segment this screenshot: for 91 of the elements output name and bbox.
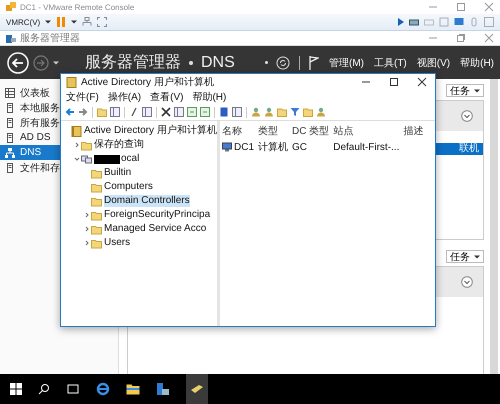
tree-item[interactable]: Active Directory 用户和计算机 <box>61 124 217 138</box>
column-header[interactable]: 类型 <box>256 123 290 139</box>
folder-icon <box>91 168 102 178</box>
chevron-down-icon[interactable] <box>74 156 80 162</box>
column-header[interactable]: DC 类型 <box>290 123 332 139</box>
folder-icon <box>81 140 92 150</box>
column-header[interactable]: 描述 <box>401 123 426 139</box>
computers-icon <box>81 154 92 164</box>
collapse-icon[interactable] <box>461 110 473 122</box>
server-icon <box>5 102 15 112</box>
table-cell-text: 计算机 <box>257 140 290 155</box>
chevron-right-icon[interactable] <box>84 212 90 218</box>
server-manager-icon[interactable] <box>156 382 170 396</box>
arrow-right-icon[interactable] <box>398 18 404 26</box>
separator-dot <box>264 61 268 64</box>
page-title: DNS <box>201 54 235 72</box>
pen-icon[interactable] <box>129 107 139 117</box>
folder-icon <box>91 182 102 192</box>
network-icon <box>5 148 15 158</box>
tree-item[interactable]: Builtin <box>61 166 217 180</box>
restore-icon[interactable] <box>456 33 466 43</box>
book-icon <box>71 126 82 136</box>
menu-item[interactable]: 查看(V) <box>150 90 184 104</box>
taskbar-app-button[interactable] <box>186 374 208 404</box>
table-cell-text: Default-First-... <box>332 140 400 154</box>
collapse-icon[interactable] <box>461 276 473 288</box>
window-title: Active Directory 用户和计算机 <box>81 76 214 89</box>
tree-item[interactable]: Managed Service Acco <box>61 222 217 236</box>
drive-icon[interactable] <box>409 17 419 27</box>
menu-item[interactable]: 帮助(H) <box>460 56 494 70</box>
book-icon <box>66 76 77 88</box>
list-icon[interactable] <box>232 107 242 117</box>
maximize-icon[interactable] <box>389 77 399 87</box>
filter-icon[interactable] <box>290 107 300 117</box>
tasks-dropdown[interactable]: 任务 <box>446 84 484 97</box>
menu-item[interactable]: 帮助(H) <box>192 90 226 104</box>
menu-item[interactable]: 管理(M) <box>328 56 364 70</box>
caret-icon <box>474 254 480 260</box>
user-icon[interactable] <box>251 107 261 117</box>
window-title: 服务器管理器 <box>20 32 80 45</box>
caret-icon[interactable] <box>71 19 78 25</box>
task-view-icon[interactable] <box>66 383 80 395</box>
app-logo-icon <box>6 2 16 12</box>
caret-icon[interactable] <box>53 60 59 66</box>
back-button-icon[interactable] <box>7 52 29 74</box>
network-icon[interactable] <box>82 17 92 27</box>
server-manager-icon <box>6 33 16 43</box>
tree-item[interactable]: Domain Controllers <box>61 194 217 208</box>
folder-icon <box>91 196 102 206</box>
scrollbar[interactable] <box>490 79 498 374</box>
caret-icon <box>474 88 480 94</box>
computer-icon <box>222 142 232 152</box>
servers-icon <box>5 118 15 128</box>
back-arrow-icon[interactable] <box>65 107 75 117</box>
menu-item[interactable]: 视图(V) <box>416 56 450 70</box>
menu-item[interactable]: 文件(F) <box>66 90 99 104</box>
card-icon <box>190 384 204 394</box>
folder-icon <box>91 210 102 220</box>
separator-dot <box>189 60 193 64</box>
close-icon[interactable] <box>417 77 427 87</box>
chevron-right-icon[interactable] <box>74 142 80 148</box>
tree-item[interactable]: ForeignSecurityPrincipa <box>61 208 217 222</box>
forward-arrow-icon[interactable] <box>78 107 88 117</box>
monitor-icon[interactable] <box>454 17 464 27</box>
pause-icon[interactable] <box>56 17 66 27</box>
tree-item[interactable]: Users <box>61 236 217 250</box>
chevron-right-icon[interactable] <box>84 226 90 232</box>
fullscreen-icon[interactable] <box>97 17 108 27</box>
folder-icon <box>91 224 102 234</box>
dashboard-icon <box>5 88 15 98</box>
flag-icon[interactable] <box>308 56 319 70</box>
folder-icon[interactable] <box>126 383 140 395</box>
caret-icon[interactable] <box>45 19 52 25</box>
tasks-dropdown[interactable]: 任务 <box>446 250 484 263</box>
tree-item[interactable]: Computers <box>61 180 217 194</box>
windows-logo-icon[interactable] <box>10 383 22 395</box>
search-icon[interactable] <box>38 383 50 395</box>
column-header[interactable]: 站点 <box>331 123 402 139</box>
menu-item[interactable]: 操作(A) <box>108 90 142 104</box>
window-title: DC1 - VMware Remote Console <box>20 2 134 12</box>
vmrc-menu-button[interactable]: VMRC(V) <box>6 18 40 26</box>
breadcrumb-title: 服务器管理器 <box>85 53 181 73</box>
delete-x-icon[interactable] <box>161 107 171 117</box>
table-cell: DC1 <box>234 142 254 152</box>
menu-item[interactable]: 工具(T) <box>374 56 407 70</box>
chevron-right-icon[interactable] <box>84 240 90 246</box>
tree-pane-icon[interactable] <box>110 107 120 117</box>
folder-icon <box>91 238 102 248</box>
browser-icon[interactable] <box>96 382 110 396</box>
table-cell-text: GC <box>291 140 308 154</box>
column-header[interactable]: 名称 <box>220 123 256 139</box>
